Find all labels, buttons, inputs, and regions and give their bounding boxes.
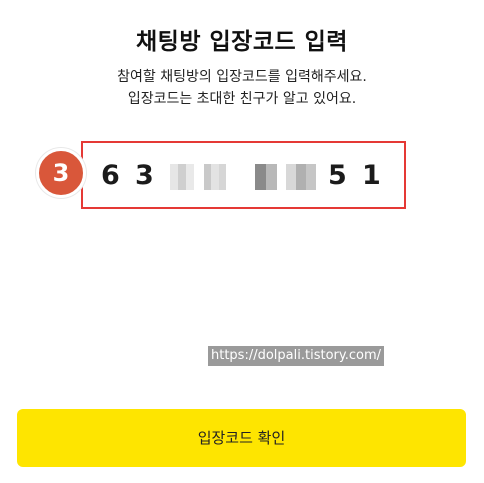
entry-code-input[interactable]: 6 3 5 1 (81, 141, 406, 209)
code-digit-8: 1 (362, 160, 381, 191)
description-line-2: 입장코드는 초대한 친구가 알고 있어요. (127, 91, 357, 107)
step-number-badge: 3 (36, 148, 86, 198)
code-digit-2: 3 (135, 160, 154, 191)
code-digits: 6 3 5 1 (83, 143, 404, 207)
blurred-digit-5 (255, 164, 277, 190)
description-line-1: 참여할 채팅방의 입장코드를 입력해주세요. (117, 69, 367, 85)
page-title: 채팅방 입장코드 입력 (136, 29, 348, 55)
watermark-url: https://dolpali.tistory.com/ (208, 346, 384, 366)
blurred-digit-4 (204, 164, 226, 190)
code-digit-1: 6 (101, 160, 120, 191)
blurred-digit-3 (170, 164, 194, 190)
blurred-digit-6 (286, 164, 316, 190)
code-digit-7: 5 (328, 160, 347, 191)
confirm-entry-code-button[interactable]: 입장코드 확인 (17, 409, 466, 467)
